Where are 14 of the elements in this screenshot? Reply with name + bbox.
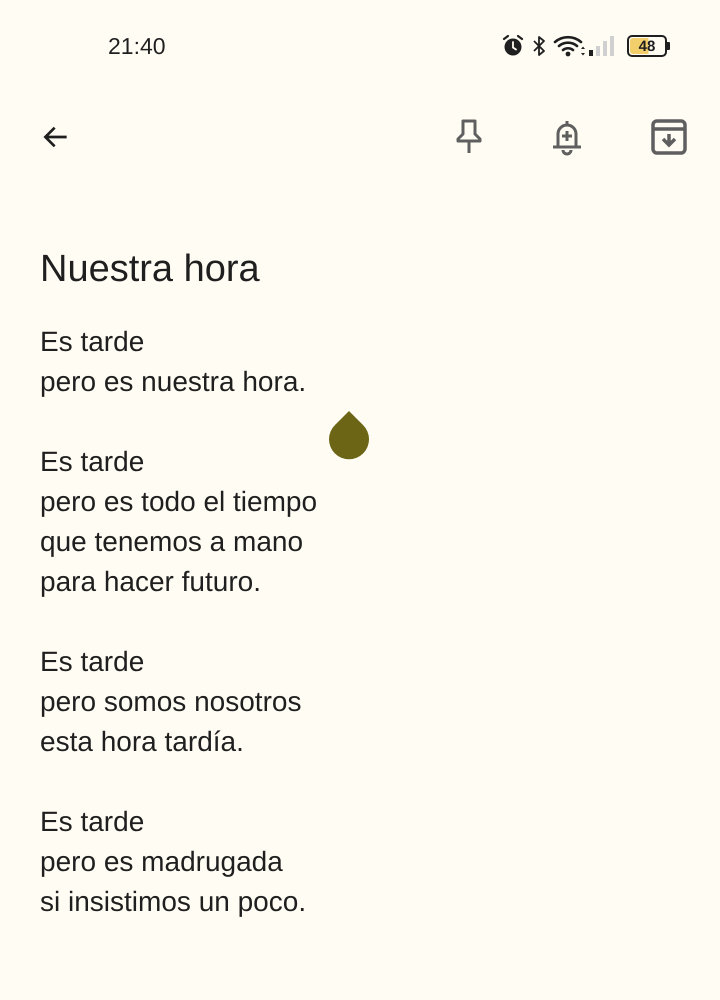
bluetooth-icon [531,34,547,58]
wifi-icon [553,34,587,58]
note-paragraph: Es tarde pero es todo el tiempo que tenemos a mano para hacer futuro. [40,445,318,599]
note-paragraph: Es tarde pero somos nosotros esta hora tardía. [40,645,302,759]
note-paragraph: Es tarde pero es nuestra hora. [40,325,308,399]
selection-handle-icon [328,411,370,460]
bell-plus-icon [550,118,584,156]
note-paragraph: Es tarde pero es madrugada si insistimos un poco. [40,805,308,919]
pin-icon [454,118,484,156]
archive-icon [650,118,688,156]
alarm-clock-icon [501,34,525,58]
note-title: Nuestra hora [40,247,261,292]
signal-icon [587,34,617,58]
status-time: 21:40 [108,32,166,61]
